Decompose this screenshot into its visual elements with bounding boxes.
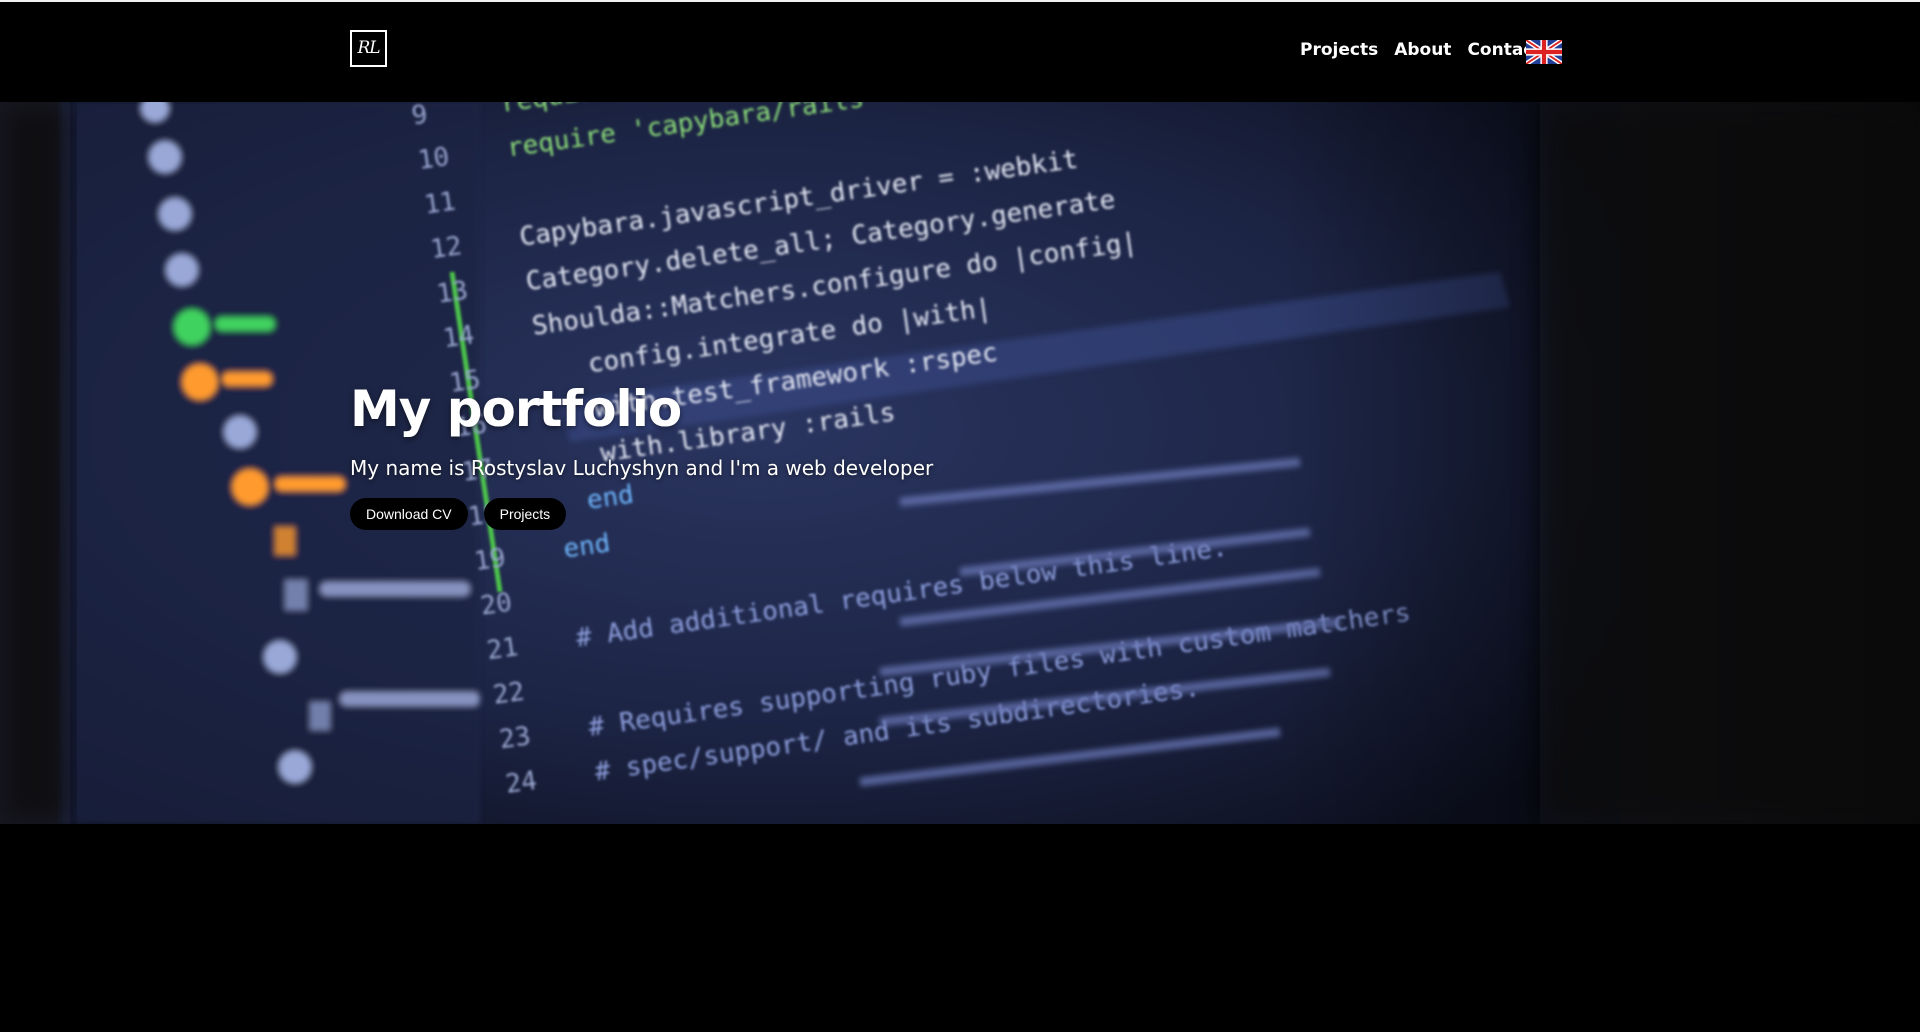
hero-section: 9require 'capybara/rspec'10require 'capy… bbox=[0, 102, 1920, 824]
code-line-number: 19 bbox=[472, 543, 507, 577]
code-line-number: 20 bbox=[479, 588, 514, 622]
code-line-number: 22 bbox=[491, 677, 526, 711]
code-line-number: 11 bbox=[422, 187, 457, 221]
hero-content: My portfolio My name is Rostyslav Luchys… bbox=[350, 380, 933, 530]
nav-link-about[interactable]: About bbox=[1394, 40, 1451, 60]
site-logo[interactable]: RL bbox=[350, 30, 387, 67]
hero-title: My portfolio bbox=[350, 380, 682, 438]
code-line-number: 21 bbox=[485, 632, 520, 666]
code-line-number: 14 bbox=[441, 320, 476, 354]
main-nav: Projects About Contact bbox=[1300, 40, 1542, 60]
uk-flag-icon[interactable] bbox=[1526, 40, 1562, 64]
code-background-image: 9require 'capybara/rspec'10require 'capy… bbox=[0, 102, 1920, 824]
hero-subtitle: My name is Rostyslav Luchyshyn and I'm a… bbox=[350, 456, 934, 480]
nav-link-projects[interactable]: Projects bbox=[1300, 40, 1378, 60]
code-line-number: 23 bbox=[497, 721, 532, 755]
code-line-number: 12 bbox=[429, 231, 464, 265]
code-line-number: 24 bbox=[504, 766, 539, 800]
code-line-number: 10 bbox=[416, 142, 451, 176]
download-cv-button[interactable]: Download CV bbox=[350, 498, 468, 530]
page-bottom-area bbox=[0, 824, 1920, 1032]
navbar: RL Projects About Contact bbox=[0, 2, 1920, 102]
projects-button[interactable]: Projects bbox=[483, 498, 567, 530]
hero-buttons: Download CV Projects bbox=[350, 498, 933, 530]
code-line-number: 13 bbox=[435, 276, 470, 310]
